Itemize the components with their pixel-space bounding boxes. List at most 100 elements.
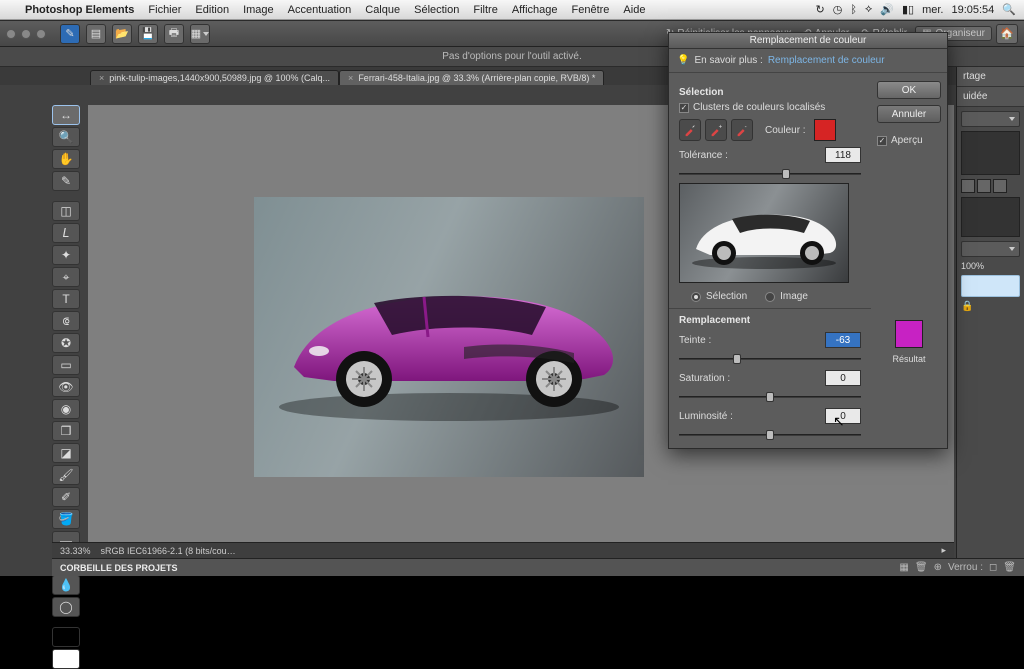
bin-icon-trash[interactable]: 🗑 [1003, 562, 1016, 573]
background-color[interactable] [52, 649, 80, 669]
sat-input[interactable]: 0 [825, 370, 861, 386]
menu-image[interactable]: Image [236, 4, 281, 16]
hue-slider[interactable] [679, 354, 861, 364]
tool-eyedropper[interactable]: ✎ [52, 171, 80, 191]
close-icon[interactable]: × [99, 73, 104, 83]
save-button[interactable]: 💾 [138, 24, 158, 44]
tab-document-2[interactable]: ×Ferrari-458-Italia.jpg @ 33.3% (Arrière… [339, 70, 604, 85]
menu-fichier[interactable]: Fichier [141, 4, 188, 16]
bin-icon-grid[interactable]: ▦ [899, 562, 908, 573]
result-color-swatch[interactable] [895, 320, 923, 348]
section-replace-label: Remplacement [679, 315, 861, 326]
result-label: Résultat [877, 354, 941, 364]
menu-affichage[interactable]: Affichage [505, 4, 565, 16]
tool-recompose[interactable]: ▭ [52, 355, 80, 375]
layer-mode-dropdown[interactable] [961, 241, 1020, 257]
opacity-value[interactable]: 100% [961, 261, 1020, 271]
open-button[interactable]: 📂 [112, 24, 132, 44]
ok-button[interactable]: OK [877, 81, 941, 99]
tool-spot-heal[interactable]: ◉ [52, 399, 80, 419]
tool-quick-select[interactable]: ⌖ [52, 267, 80, 287]
tool-redeye[interactable]: 👁 [52, 377, 80, 397]
tolerance-input[interactable]: 118 [825, 147, 861, 163]
radio-icon[interactable] [691, 292, 701, 302]
home-button[interactable]: 🏠 [996, 24, 1018, 44]
bin-icon-lock[interactable]: ◻ [989, 562, 997, 573]
volume-icon[interactable]: 🔊 [880, 3, 894, 16]
tab-guide[interactable]: uidée [957, 87, 1024, 107]
window-controls[interactable] [6, 29, 46, 39]
spotlight-icon[interactable]: 🔍 [1002, 3, 1016, 16]
sat-slider[interactable] [679, 392, 861, 402]
status-bar: 33.33% sRGB IEC61966-2.1 (8 bits/cou… ▸ [52, 542, 954, 558]
localized-clusters-check[interactable]: ✓ Clusters de couleurs localisés [679, 102, 861, 113]
layer-thumbnail[interactable] [961, 275, 1020, 297]
tool-smart-brush[interactable]: ✐ [52, 487, 80, 507]
tool-hand[interactable]: ✋ [52, 149, 80, 169]
source-color-swatch[interactable] [814, 119, 836, 141]
tab-partage[interactable]: rtage [957, 67, 1024, 87]
color-profile: sRGB IEC61966-2.1 (8 bits/cou… [101, 546, 236, 556]
tool-move[interactable]: ↔ [52, 105, 80, 125]
bin-icon-delete[interactable]: 🗑 [915, 562, 928, 573]
effects-dropdown[interactable] [961, 111, 1020, 127]
tool-cookie-cutter[interactable]: ✪ [52, 333, 80, 353]
tip-link[interactable]: Remplacement de couleur [768, 55, 885, 66]
radio-selection[interactable]: Sélection [691, 291, 747, 302]
tolerance-slider[interactable] [679, 169, 861, 179]
eyedropper-button[interactable] [679, 119, 701, 141]
menu-aide[interactable]: Aide [616, 4, 652, 16]
new-doc-button[interactable]: ▤ [86, 24, 106, 44]
preview-check[interactable]: ✓ Aperçu [877, 135, 941, 146]
project-bin[interactable]: CORBEILLE DES PROJETS ▦ 🗑 ⊕ Verrou : ◻ 🗑 [52, 558, 1024, 576]
lum-slider[interactable] [679, 430, 861, 440]
tool-bucket[interactable]: 🪣 [52, 509, 80, 529]
tool-magic-wand[interactable]: ✦ [52, 245, 80, 265]
selection-preview [679, 183, 849, 283]
tool-clone[interactable]: ❒ [52, 421, 80, 441]
lum-input[interactable]: 0 [825, 408, 861, 424]
svg-text:-: - [745, 123, 747, 130]
hue-input[interactable]: -63 [825, 332, 861, 348]
bin-icon-new[interactable]: ⊕ [934, 562, 942, 573]
tool-sponge[interactable]: ◯ [52, 597, 80, 617]
cancel-button[interactable]: Annuler [877, 105, 941, 123]
lightbulb-icon: 💡 [677, 55, 689, 66]
radio-icon[interactable] [765, 292, 775, 302]
tab-document-1[interactable]: ×pink-tulip-images,1440x900,50989.jpg @ … [90, 70, 339, 85]
sync-icon[interactable]: ↻ [816, 3, 825, 16]
checkbox-icon[interactable]: ✓ [679, 103, 689, 113]
tool-lasso[interactable]: 𝘓 [52, 223, 80, 243]
time-machine-icon[interactable]: ◷ [833, 3, 843, 16]
status-menu-icon[interactable]: ▸ [941, 545, 946, 556]
menu-accentuation[interactable]: Accentuation [281, 4, 359, 16]
zoom-level[interactable]: 33.33% [60, 546, 91, 556]
checkbox-icon[interactable]: ✓ [877, 136, 887, 146]
edit-mode-button[interactable]: ✎ [60, 24, 80, 44]
wifi-icon[interactable]: ⟡ [865, 3, 872, 16]
tool-brush[interactable]: 🖌 [52, 465, 80, 485]
tool-eraser[interactable]: ◪ [52, 443, 80, 463]
tool-marquee[interactable]: ◫ [52, 201, 80, 221]
effects-grid[interactable] [961, 131, 1020, 175]
tool-zoom[interactable]: 🔍 [52, 127, 80, 147]
menu-filtre[interactable]: Filtre [466, 4, 504, 16]
close-icon[interactable]: × [348, 73, 353, 83]
eyedropper-add-button[interactable]: + [705, 119, 727, 141]
tool-blur[interactable]: 💧 [52, 575, 80, 595]
menu-selection[interactable]: Sélection [407, 4, 466, 16]
menu-edition[interactable]: Edition [188, 4, 236, 16]
foreground-color[interactable] [52, 627, 80, 647]
tool-crop[interactable]: ⟃ [52, 311, 80, 331]
effects-row[interactable] [961, 179, 1020, 193]
menu-fenetre[interactable]: Fenêtre [565, 4, 617, 16]
tool-type[interactable]: T [52, 289, 80, 309]
app-name[interactable]: Photoshop Elements [18, 4, 141, 16]
menu-calque[interactable]: Calque [358, 4, 407, 16]
bluetooth-icon[interactable]: ᛒ [850, 4, 857, 16]
print-button[interactable]: 🖶 [164, 24, 184, 44]
radio-image[interactable]: Image [765, 291, 808, 302]
battery-icon[interactable]: ▮▯ [902, 3, 914, 16]
eyedropper-sub-button[interactable]: - [731, 119, 753, 141]
layout-button[interactable]: ▦ [190, 24, 210, 44]
